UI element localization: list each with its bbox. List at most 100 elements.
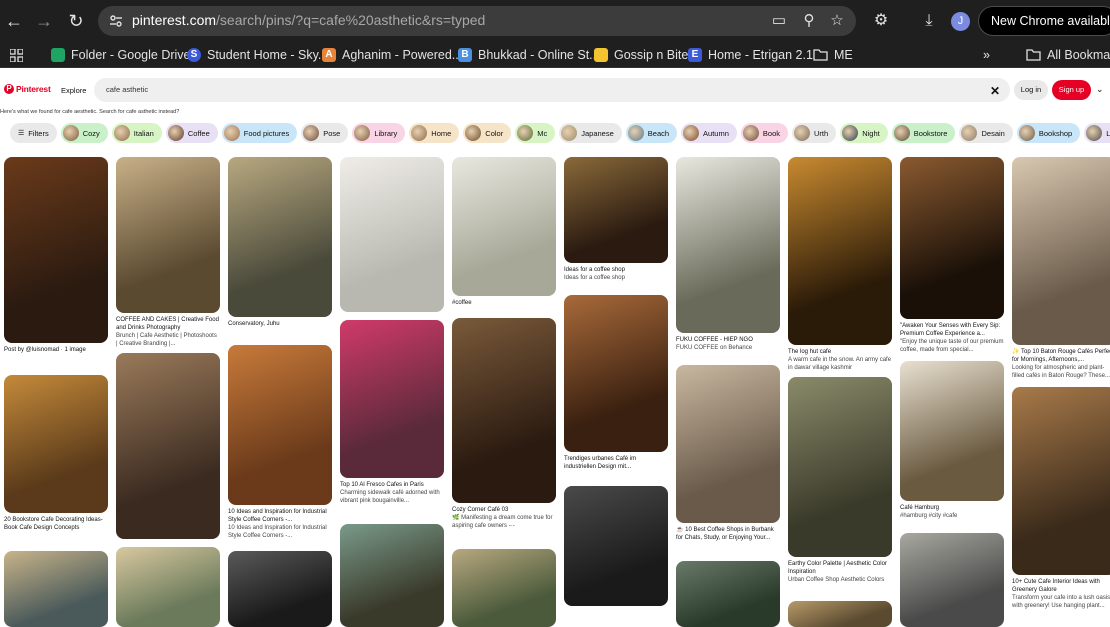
explore-link[interactable]: Explore <box>61 86 86 95</box>
pin-image[interactable] <box>900 361 1004 501</box>
pin-image[interactable] <box>452 318 556 503</box>
filter-chip-library[interactable]: Library <box>352 123 406 143</box>
pin-caption[interactable]: ☕ 10 Best Coffee Shops in Burbank for Ch… <box>676 526 780 556</box>
filter-chip-desain[interactable]: Desain <box>959 123 1013 143</box>
back-arrow-icon[interactable]: ← <box>2 9 26 33</box>
pin-caption[interactable]: Ideas for a coffee shop Ideas for a coffe… <box>564 266 668 290</box>
bookmark-student-home[interactable]: S Student Home - Sky... <box>187 46 328 64</box>
pin-image[interactable] <box>564 157 668 263</box>
pin-image[interactable] <box>1012 387 1110 575</box>
bookmark-aghanim[interactable]: A Aghanim - Powered... <box>322 46 462 64</box>
pin-image[interactable] <box>340 157 444 312</box>
filter-chip-japanese[interactable]: Japanese <box>559 123 622 143</box>
pin-image[interactable] <box>452 157 556 296</box>
filter-chip-london[interactable]: London <box>1084 123 1110 143</box>
pin-image[interactable] <box>116 353 220 539</box>
filter-chip-italian[interactable]: Italian <box>111 123 162 143</box>
pin-caption[interactable]: COFFEE AND CAKES | Creative Food and Dri… <box>116 316 220 348</box>
reload-icon[interactable]: ↻ <box>64 9 88 33</box>
pin-image[interactable] <box>676 561 780 627</box>
apps-grid-icon[interactable] <box>10 46 23 64</box>
pin-caption[interactable]: 10+ Cute Cafe Interior Ideas with Greene… <box>1012 578 1110 614</box>
filter-chip-night[interactable]: Night <box>840 123 888 143</box>
chevron-down-icon[interactable]: ⌄ <box>1096 84 1104 95</box>
filter-chip-autumn[interactable]: Autumn <box>681 123 737 143</box>
pin-caption[interactable]: 10 Ideas and Inspiration for Industrial … <box>228 508 332 546</box>
pin-image[interactable] <box>676 157 780 333</box>
pin-caption[interactable]: FUKU COFFEE - HIEP NGO FUKU COFFEE on Beh… <box>676 336 780 360</box>
clear-search-icon[interactable]: ✕ <box>990 84 1000 98</box>
address-bar[interactable]: pinterest.com/search/pins/?q=cafe%20asth… <box>98 6 856 36</box>
more-bookmarks-chevron-icon[interactable]: » <box>983 46 990 64</box>
pin-image[interactable] <box>788 157 892 345</box>
bookmark-etrigan[interactable]: E Home - Etrigan 2.1 <box>688 46 813 64</box>
pin-caption[interactable]: The log hut cafe A warm cafe in the snow.… <box>788 348 892 372</box>
search-correction-text[interactable]: Here's what we found for cafe aesthetic.… <box>0 109 179 115</box>
filter-chip-color[interactable]: Color <box>463 123 512 143</box>
search-input[interactable]: cafe asthetic <box>94 78 1010 102</box>
pin-image[interactable] <box>340 320 444 478</box>
filter-chip-coffee[interactable]: Coffee <box>165 123 218 143</box>
filter-chip-filters[interactable]: ☰ Filters <box>10 123 57 143</box>
pinterest-logo[interactable]: P Pinterest <box>4 84 51 94</box>
pin-caption[interactable]: Earthy Color Palette | Aesthetic Color I… <box>788 560 892 596</box>
all-bookmarks-button[interactable]: All Bookmarks <box>1026 46 1110 64</box>
pin-image[interactable] <box>228 345 332 505</box>
pin-image[interactable] <box>1012 157 1110 345</box>
filter-chip-food-pictures[interactable]: Food pictures <box>221 123 298 143</box>
filter-chip-mc[interactable]: Mc <box>515 123 556 143</box>
pin-caption[interactable]: "Awaken Your Senses with Every Sip: Prem… <box>900 322 1004 356</box>
filter-chip-cozy[interactable]: Cozy <box>60 123 108 143</box>
bookmark-bhukkad[interactable]: B Bhukkad - Online St... <box>458 46 600 64</box>
filter-chip-urth[interactable]: Urth <box>792 123 837 143</box>
chip-label: London <box>1106 128 1110 138</box>
filter-chip-beach[interactable]: Beach <box>625 123 678 143</box>
pin-image[interactable] <box>116 547 220 627</box>
filter-chip-bookstore[interactable]: Bookstore <box>891 123 956 143</box>
signup-button[interactable]: Sign up <box>1052 80 1091 100</box>
pin-image[interactable] <box>228 551 332 627</box>
pin-image[interactable] <box>4 375 108 513</box>
downloads-icon[interactable]: ⤓ <box>918 10 940 32</box>
pin-image[interactable] <box>676 365 780 523</box>
install-app-icon[interactable]: ▭ <box>770 12 788 30</box>
pin-caption[interactable]: Trendiges urbanes Café im industriellen … <box>564 455 668 481</box>
pin-caption[interactable]: Café Hamburg #hamburg #city #cafe <box>900 504 1004 528</box>
login-button[interactable]: Log in <box>1014 80 1048 100</box>
bookmark-star-icon[interactable]: ☆ <box>828 12 846 30</box>
filter-chip-home[interactable]: Home <box>409 123 460 143</box>
pin-image[interactable] <box>452 549 556 627</box>
pin-image[interactable] <box>564 486 668 606</box>
pin-image[interactable] <box>228 157 332 317</box>
pin-image[interactable] <box>788 377 892 557</box>
extensions-puzzle-icon[interactable]: ⚙ <box>870 10 892 32</box>
pin-image[interactable] <box>4 551 108 627</box>
pin-caption[interactable]: Conservatory, Juhu <box>228 320 332 340</box>
pin-image[interactable] <box>564 295 668 452</box>
pin-image[interactable] <box>340 524 444 627</box>
pin-caption[interactable]: #coffee <box>452 299 556 313</box>
new-chrome-available-button[interactable]: New Chrome available <box>978 6 1110 36</box>
pin-image[interactable] <box>4 157 108 343</box>
bookmark-me-folder[interactable]: ME <box>813 46 853 64</box>
bookmark-google-drive[interactable]: Folder - Google Drive <box>51 46 191 64</box>
pin-caption[interactable]: Cozy Corner Café 03 🌿 Manifesting a dream… <box>452 506 556 544</box>
filter-chip-pose[interactable]: Pose <box>301 123 349 143</box>
site-settings-icon[interactable] <box>108 13 124 29</box>
profile-avatar[interactable]: J <box>951 12 970 31</box>
bookmark-gossip-n-bite[interactable]: Gossip n Bite <box>594 46 688 64</box>
pin-caption[interactable]: ✨ Top 10 Baton Rouge Cafés Perfect for M… <box>1012 348 1110 382</box>
pin-caption[interactable]: Top 10 Al Fresco Cafes in Paris Charming … <box>340 481 444 519</box>
filter-chip-bookshop[interactable]: Bookshop <box>1016 123 1081 143</box>
forward-arrow-icon[interactable]: → <box>32 9 56 33</box>
pin-image[interactable] <box>788 601 892 627</box>
pin-caption[interactable]: Post by @luisnomad · 1 image <box>4 346 108 370</box>
zoom-icon[interactable]: ⚲ <box>800 12 818 30</box>
chip-thumbnail <box>893 125 910 141</box>
pin-image[interactable] <box>900 533 1004 627</box>
filter-chip-book[interactable]: Book <box>740 123 789 143</box>
pin-image[interactable] <box>116 157 220 313</box>
pin-subtitle: A warm cafe in the snow. An army cafe in… <box>788 357 892 371</box>
pin-image[interactable] <box>900 157 1004 319</box>
pin-caption[interactable]: 20 Bookstore Cafe Decorating Ideas-Book … <box>4 516 108 546</box>
